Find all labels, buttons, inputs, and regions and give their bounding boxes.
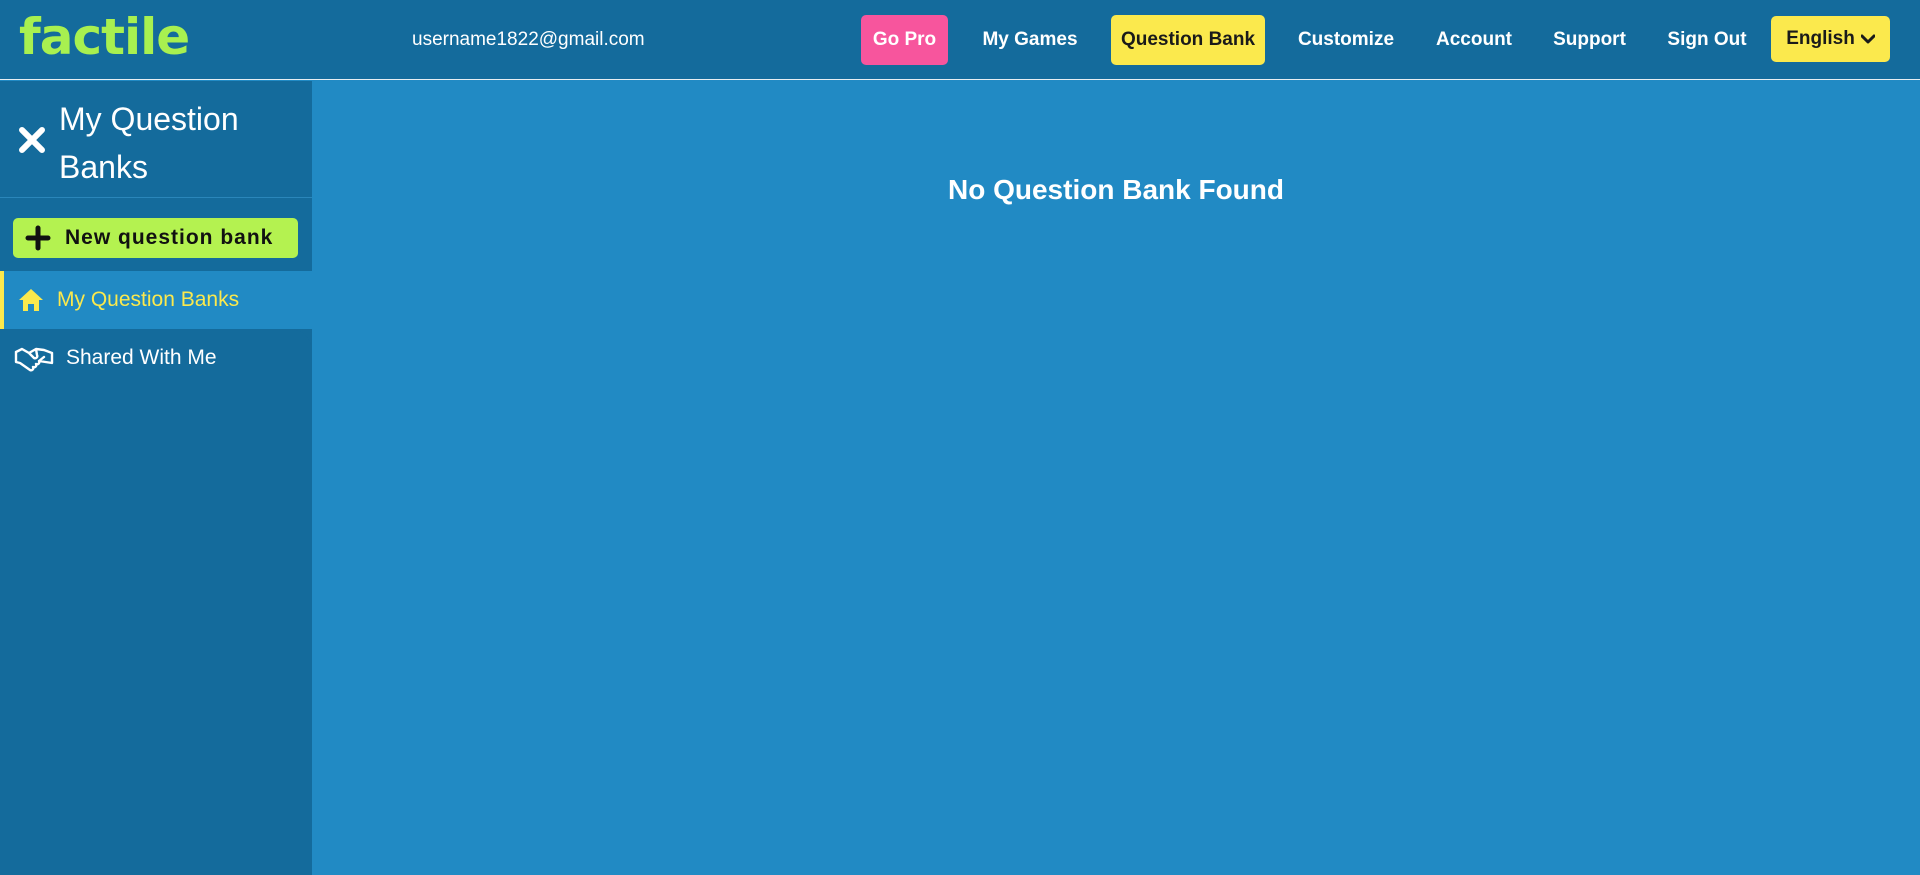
- handshake-icon: [14, 344, 54, 372]
- nav-sign-out[interactable]: Sign Out: [1657, 15, 1757, 65]
- nav-my-games[interactable]: My Games: [972, 15, 1088, 65]
- empty-state-message: No Question Bank Found: [948, 174, 1284, 205]
- sidebar-header: My Question Banks: [0, 81, 312, 198]
- language-dropdown[interactable]: English: [1771, 16, 1890, 62]
- sidebar-item-label: Shared With Me: [66, 346, 217, 369]
- home-icon: [17, 287, 45, 313]
- factile-logo[interactable]: factile: [19, 8, 190, 66]
- go-pro-button[interactable]: Go Pro: [861, 15, 948, 65]
- language-label: English: [1786, 28, 1855, 49]
- new-question-bank-button[interactable]: New question bank: [13, 218, 298, 258]
- sidebar-item-shared-with-me[interactable]: Shared With Me: [0, 329, 312, 387]
- sidebar: My Question Banks New question bank My Q…: [0, 81, 312, 875]
- nav-support[interactable]: Support: [1545, 15, 1634, 65]
- nav-question-bank[interactable]: Question Bank: [1111, 15, 1265, 65]
- nav-customize[interactable]: Customize: [1289, 15, 1403, 65]
- plus-icon: [25, 225, 51, 251]
- sidebar-item-label: My Question Banks: [57, 288, 240, 311]
- user-email: username1822@gmail.com: [412, 29, 645, 50]
- new-question-bank-label: New question bank: [65, 226, 274, 249]
- close-icon[interactable]: [17, 125, 47, 155]
- sidebar-title: My Question Banks: [59, 101, 239, 185]
- chevron-down-icon: [1860, 31, 1876, 48]
- top-navbar: factile username1822@gmail.com Go Pro My…: [0, 0, 1920, 80]
- nav-account[interactable]: Account: [1426, 15, 1522, 65]
- sidebar-item-my-question-banks[interactable]: My Question Banks: [0, 271, 312, 329]
